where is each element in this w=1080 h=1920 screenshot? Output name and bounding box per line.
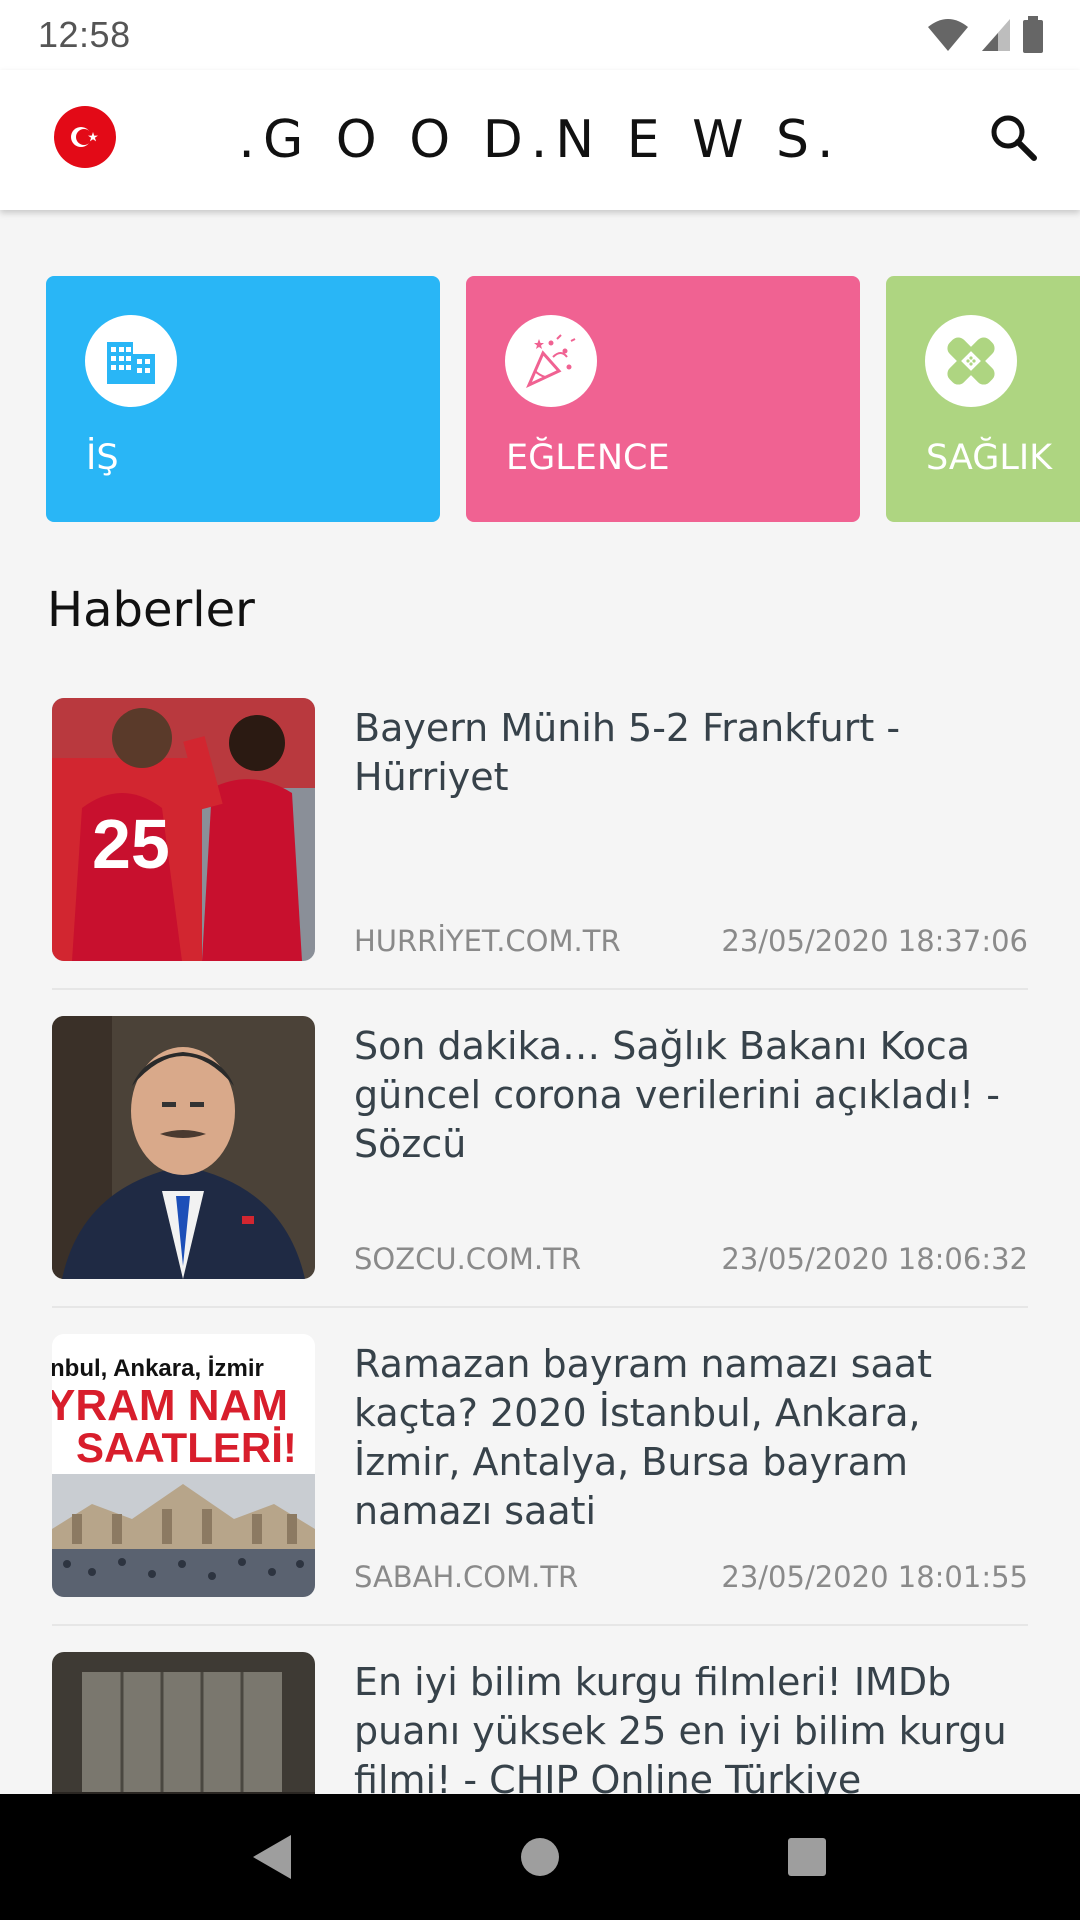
back-icon[interactable] [243,1827,303,1887]
category-label: İŞ [86,438,119,478]
status-bar: 12:58 [0,0,1080,70]
recents-icon[interactable] [777,1827,837,1887]
office-building-icon [85,315,177,407]
news-item[interactable]: 25 Bayern Münih 5-2 Frankfurt - Hürriyet… [0,698,1080,1016]
news-date: 23/05/2020 18:37:06 [721,924,1028,958]
divider [52,988,1028,990]
news-thumbnail: 25 [52,698,315,961]
thumbnail-caption-line-1: nbul, Ankara, İzmir [52,1355,264,1382]
news-title: En iyi bilim kurgu filmleri! IMDb puanı … [354,1660,1007,1802]
app-title: .G O O D.N E W S. [238,110,842,170]
news-date: 23/05/2020 18:01:55 [721,1560,1028,1594]
news-list: 25 Bayern Münih 5-2 Frankfurt - Hürriyet… [0,698,1080,1920]
category-carousel[interactable]: İŞ EĞLENCE SAĞLIK [46,276,1080,524]
search-icon[interactable] [984,108,1044,168]
news-item[interactable]: nbul, Ankara, İzmir YRAM NAM SAATLERİ! R… [0,1334,1080,1652]
news-date: 23/05/2020 18:06:32 [721,1242,1028,1276]
app-bar: .G O O D.N E W S. [0,70,1080,210]
section-title: Haberler [47,582,255,638]
signal-icon [982,19,1010,51]
bandage-icon [925,315,1017,407]
divider [52,1624,1028,1626]
battery-icon [1023,16,1043,53]
category-label: SAĞLIK [926,438,1053,478]
status-icons [926,16,1044,54]
news-thumbnail: nbul, Ankara, İzmir YRAM NAM SAATLERİ! [52,1334,315,1597]
news-source: HURRİYET.COM.TR [354,924,621,958]
svg-text:25: 25 [92,805,170,883]
divider [52,1306,1028,1308]
news-title: Bayern Münih 5-2 Frankfurt - Hürriyet [354,706,901,799]
status-time: 12:58 [38,14,131,55]
wifi-icon [928,19,968,51]
news-title: Ramazan bayram namazı saat kaçta? 2020 İ… [354,1342,932,1533]
home-icon[interactable] [510,1827,570,1887]
category-card-eglence[interactable]: EĞLENCE [466,276,860,522]
thumbnail-caption-line-3: SAATLERİ! [76,1424,297,1471]
category-label: EĞLENCE [506,438,670,478]
news-source: SOZCU.COM.TR [354,1242,581,1276]
news-item[interactable]: Son dakika… Sağlık Bakanı Koca güncel co… [0,1016,1080,1334]
news-thumbnail [52,1016,315,1279]
screen: 12:58 .G O O D.N E W S. İŞ EĞLENCE SAĞLI… [0,0,1080,1920]
category-card-saglik[interactable]: SAĞLIK [886,276,1080,522]
news-source: SABAH.COM.TR [354,1560,579,1594]
party-confetti-icon [505,315,597,407]
thumbnail-caption-line-2: YRAM NAM [52,1381,288,1430]
system-nav-bar [0,1794,1080,1920]
news-title: Son dakika… Sağlık Bakanı Koca güncel co… [354,1024,1000,1166]
category-card-is[interactable]: İŞ [46,276,440,522]
